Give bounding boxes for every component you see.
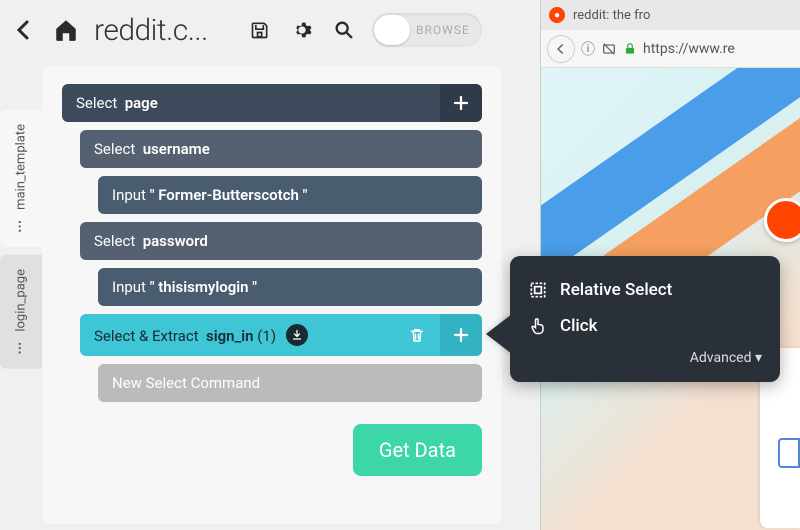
info-icon[interactable]: ⓘ (581, 39, 595, 59)
cmd-select-username[interactable]: Select username (80, 130, 482, 168)
tab-menu-icon: ⋯ (14, 218, 29, 233)
command-panel: Select page Select username Input " Form… (42, 66, 502, 524)
back-arrow-icon[interactable] (10, 16, 38, 44)
tracker-icon[interactable] (601, 41, 617, 57)
popup-relative-select[interactable]: Relative Select (528, 272, 762, 308)
select-box-icon (528, 280, 548, 300)
get-data-button[interactable]: Get Data (353, 424, 482, 476)
template-tabs: ⋯ main_template ⋯ login_page (0, 60, 42, 530)
home-icon[interactable] (52, 16, 80, 44)
lock-icon (623, 42, 637, 56)
tab-login-page[interactable]: ⋯ login_page (0, 255, 42, 369)
cmd-select-page[interactable]: Select page (62, 84, 482, 122)
download-icon[interactable] (286, 324, 308, 346)
reddit-logo-icon (764, 198, 800, 242)
reddit-favicon-icon: ● (549, 7, 565, 23)
search-icon[interactable] (330, 16, 358, 44)
hand-click-icon (528, 316, 548, 336)
address-bar: ⓘ https://www.re (541, 30, 800, 68)
browser-back-icon[interactable] (547, 35, 575, 63)
browse-toggle[interactable]: BROWSE (372, 13, 482, 47)
cmd-extract-signin[interactable]: Select & Extract sign_in (1) (80, 314, 482, 356)
browser-tab[interactable]: ● reddit: the fro (541, 0, 800, 30)
cmd-select-password[interactable]: Select password (80, 222, 482, 260)
cmd-new-select[interactable]: New Select Command (98, 364, 482, 402)
add-icon[interactable] (440, 84, 482, 122)
signin-highlight (778, 438, 800, 468)
gear-icon[interactable] (288, 16, 316, 44)
trash-icon[interactable] (408, 326, 426, 344)
popup-click[interactable]: Click (528, 308, 762, 344)
cmd-input-username[interactable]: Input " Former-Butterscotch " (98, 176, 482, 214)
toggle-label: BROWSE (416, 23, 470, 37)
url-text[interactable]: https://www.re (643, 41, 735, 57)
save-icon[interactable] (246, 16, 274, 44)
popup-advanced[interactable]: Advanced ▾ (528, 344, 762, 366)
context-popup: Relative Select Click Advanced ▾ (510, 256, 780, 382)
tab-menu-icon: ⋯ (14, 340, 29, 355)
add-icon[interactable] (440, 314, 482, 356)
tab-main-template[interactable]: ⋯ main_template (0, 110, 42, 247)
toggle-knob (374, 15, 410, 45)
page-title: reddit.c... (94, 13, 208, 48)
cmd-input-password[interactable]: Input " thisismylogin " (98, 268, 482, 306)
caret-down-icon: ▾ (755, 350, 762, 366)
